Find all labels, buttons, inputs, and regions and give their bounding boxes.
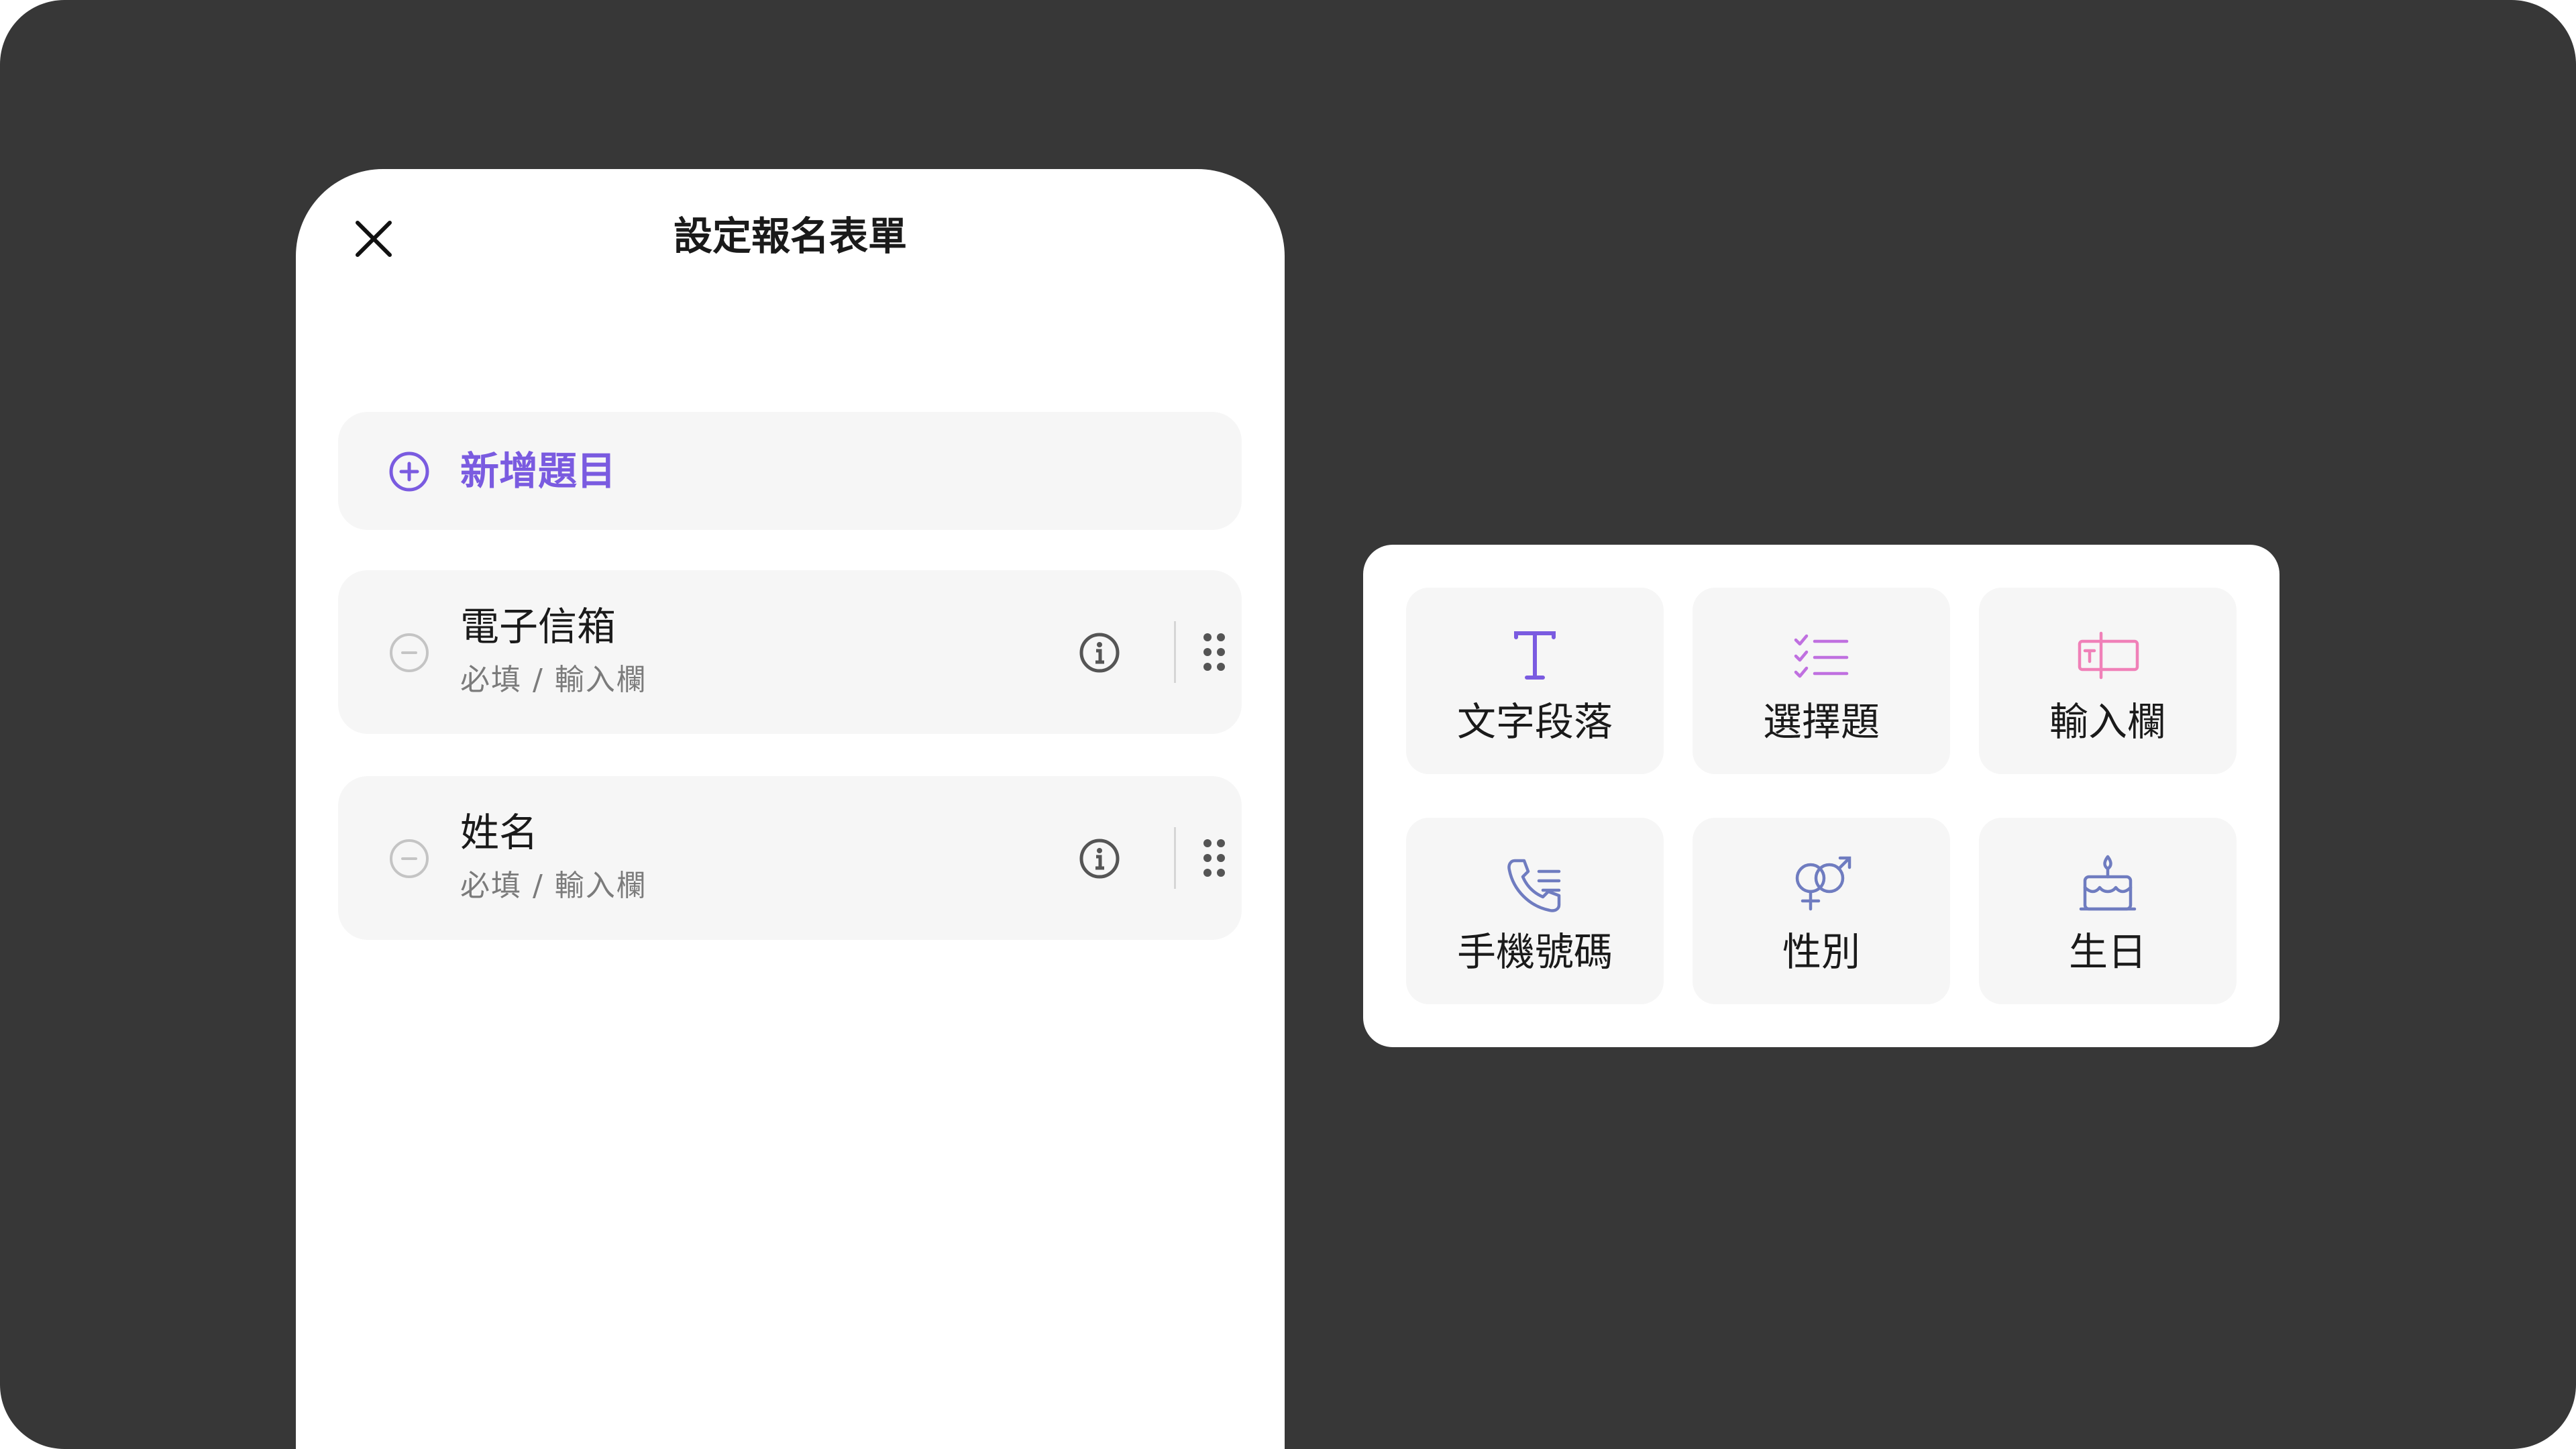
question-row[interactable]: 姓名 必填 / 輸入欄 xyxy=(338,776,1242,940)
type-option-text-paragraph[interactable]: 文字段落 xyxy=(1406,588,1664,774)
phone-icon xyxy=(1507,859,1561,912)
divider xyxy=(1174,621,1176,683)
question-row[interactable]: 電子信箱 必填 / 輸入欄 xyxy=(338,570,1242,734)
question-type-picker: 文字段落 選擇題 輸入欄 手機號碼 性別 生日 xyxy=(1363,545,2279,1047)
type-option-label: 性別 xyxy=(1782,929,1860,975)
add-question-label: 新增題目 xyxy=(460,448,616,494)
plus-circle-icon xyxy=(389,451,429,492)
type-option-label: 輸入欄 xyxy=(2049,699,2166,745)
gender-icon xyxy=(1795,856,1851,911)
remove-circle-icon[interactable] xyxy=(388,838,430,879)
info-icon[interactable] xyxy=(1079,838,1120,879)
drag-handle-icon[interactable] xyxy=(1201,631,1228,674)
type-option-label: 手機號碼 xyxy=(1456,929,1613,975)
type-option-label: 選擇題 xyxy=(1762,699,1880,745)
info-icon[interactable] xyxy=(1079,632,1120,674)
drag-handle-icon[interactable] xyxy=(1201,837,1228,879)
question-title: 姓名 xyxy=(460,810,539,855)
type-option-input-field[interactable]: 輸入欄 xyxy=(1979,588,2237,774)
birthday-cake-icon xyxy=(2079,855,2137,911)
checklist-icon xyxy=(1794,634,1849,678)
type-option-multiple-choice[interactable]: 選擇題 xyxy=(1693,588,1950,774)
question-subtitle: 必填 / 輸入欄 xyxy=(460,869,647,903)
divider xyxy=(1174,827,1176,889)
type-option-label: 生日 xyxy=(2068,929,2147,975)
type-option-phone[interactable]: 手機號碼 xyxy=(1406,818,1664,1004)
input-field-icon xyxy=(2078,631,2139,680)
remove-circle-icon[interactable] xyxy=(388,632,430,674)
type-option-label: 文字段落 xyxy=(1456,699,1613,745)
page-title: 設定報名表單 xyxy=(673,213,907,259)
type-option-gender[interactable]: 性別 xyxy=(1693,818,1950,1004)
form-settings-sheet: 設定報名表單 新增題目 電子信箱 必填 / 輸入欄 姓名 必填 / 輸入欄 xyxy=(296,169,1285,1449)
type-option-birthday[interactable]: 生日 xyxy=(1979,818,2237,1004)
text-paragraph-icon xyxy=(1514,631,1556,680)
question-title: 電子信箱 xyxy=(460,604,616,649)
question-subtitle: 必填 / 輸入欄 xyxy=(460,663,647,697)
app-canvas: 設定報名表單 新增題目 電子信箱 必填 / 輸入欄 姓名 必填 / 輸入欄 文字… xyxy=(0,0,2576,1449)
add-question-button[interactable]: 新增題目 xyxy=(338,412,1242,530)
